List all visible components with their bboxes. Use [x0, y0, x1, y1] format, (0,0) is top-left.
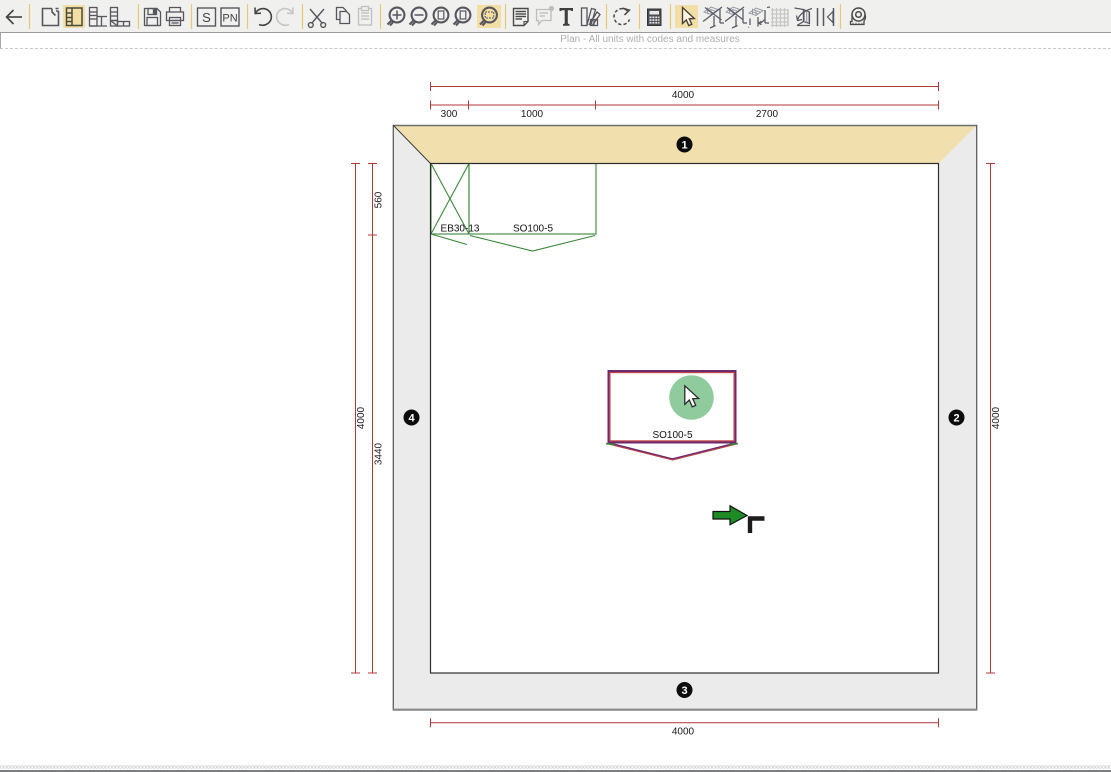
- svg-text:3: 3: [681, 685, 687, 697]
- svg-text:4: 4: [408, 413, 415, 425]
- svg-text:EB30-13: EB30-13: [441, 224, 480, 235]
- svg-text:PN: PN: [222, 13, 237, 25]
- svg-text:2: 2: [953, 413, 959, 425]
- svg-text:4000: 4000: [356, 406, 367, 429]
- svg-text:2700: 2700: [756, 109, 779, 120]
- svg-text:4000: 4000: [991, 406, 1002, 429]
- svg-text:3440: 3440: [374, 442, 385, 465]
- svg-text:560: 560: [374, 191, 385, 208]
- svg-text:1000: 1000: [521, 109, 544, 120]
- svg-text:SO100-5: SO100-5: [513, 224, 553, 235]
- svg-text:S: S: [202, 10, 211, 25]
- svg-text:SO100-5: SO100-5: [652, 430, 692, 441]
- svg-text:300: 300: [441, 109, 458, 120]
- svg-text:1: 1: [681, 140, 687, 152]
- svg-text:4000: 4000: [672, 727, 695, 738]
- svg-text:4000: 4000: [672, 90, 695, 101]
